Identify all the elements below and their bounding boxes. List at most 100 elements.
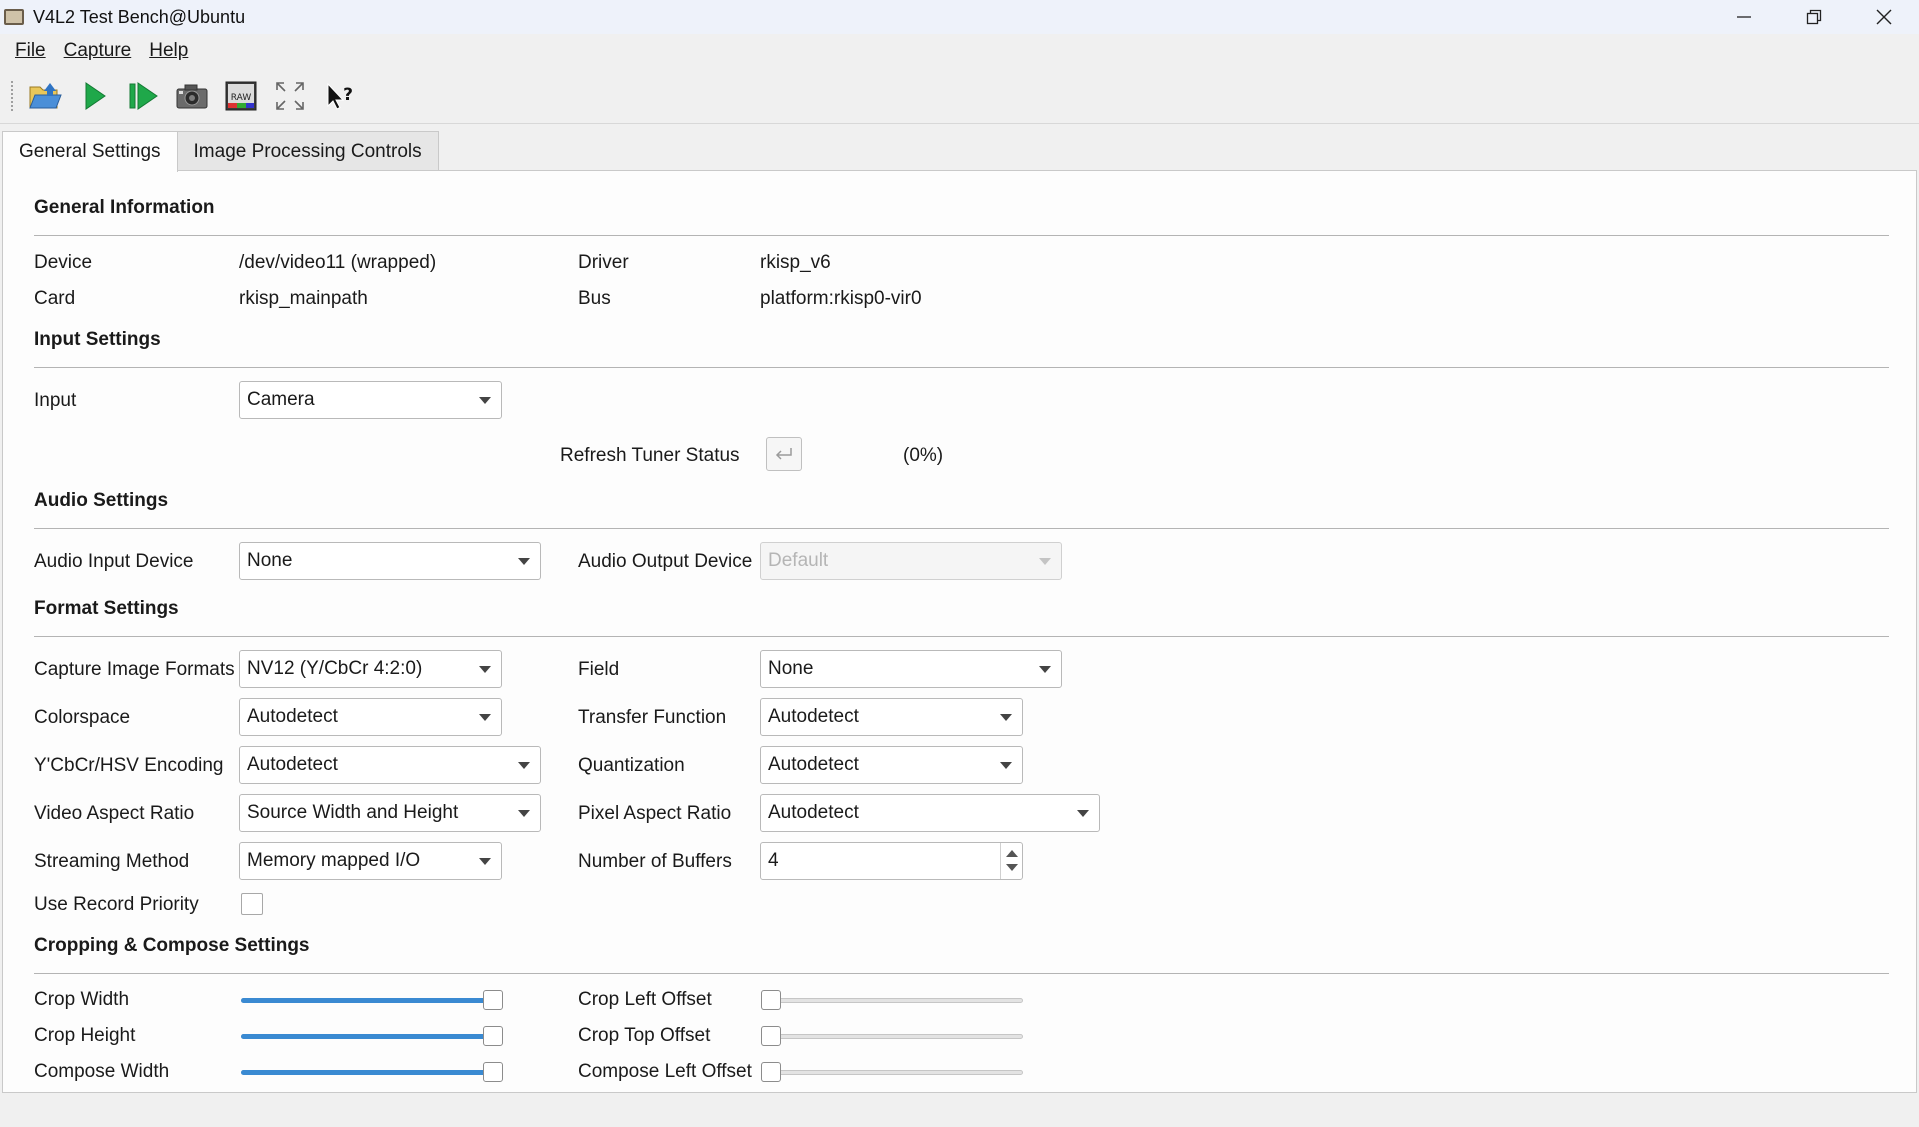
device-label: Device <box>34 252 93 273</box>
crop-top-offset-slider[interactable] <box>761 1026 1023 1046</box>
status-bar <box>0 1093 1919 1127</box>
close-button[interactable] <box>1849 0 1919 34</box>
ycbcr-hsv-encoding-select[interactable]: Autodetect <box>239 746 541 784</box>
chevron-down-icon <box>479 858 491 865</box>
restore-button[interactable] <box>1779 0 1849 34</box>
tuner-status-percent: (0%) <box>903 445 944 466</box>
crop-left-offset-slider[interactable] <box>761 990 1023 1010</box>
menu-help[interactable]: Help <box>140 40 197 62</box>
divider <box>34 367 1889 368</box>
slider-track <box>761 998 1023 1003</box>
number-of-buffers-spinbox[interactable]: 4 <box>760 842 1023 880</box>
capture-image-formats-select[interactable]: NV12 (Y/CbCr 4:2:0) <box>239 650 502 688</box>
field-select[interactable]: None <box>760 650 1062 688</box>
ycbcr-hsv-encoding-label: Y'CbCr/HSV Encoding <box>34 755 224 776</box>
audio-input-device-select[interactable]: None <box>239 542 541 580</box>
chevron-down-icon <box>479 666 491 673</box>
driver-label: Driver <box>578 252 629 273</box>
audio-settings-title: Audio Settings <box>34 490 169 511</box>
use-record-priority-checkbox[interactable] <box>241 893 263 915</box>
general-settings-panel: General Information Device /dev/video11 … <box>2 170 1917 1093</box>
tab-image-processing-controls[interactable]: Image Processing Controls <box>176 131 439 171</box>
enter-return-icon <box>775 448 792 460</box>
audio-output-device-select[interactable]: Default <box>760 542 1062 580</box>
crop-width-slider[interactable] <box>241 990 503 1010</box>
video-aspect-ratio-label: Video Aspect Ratio <box>34 803 195 824</box>
slider-fill <box>241 1070 493 1075</box>
menu-help-label: Help <box>149 40 189 61</box>
driver-value: rkisp_v6 <box>760 252 831 273</box>
input-settings-title: Input Settings <box>34 329 161 350</box>
bus-label: Bus <box>578 288 611 309</box>
device-value: /dev/video11 (wrapped) <box>239 252 437 273</box>
snapshot-button[interactable] <box>171 75 213 117</box>
slider-handle[interactable] <box>761 990 781 1010</box>
window-title: V4L2 Test Bench@Ubuntu <box>33 6 246 27</box>
transfer-function-label: Transfer Function <box>578 707 727 728</box>
raw-button[interactable]: RAW <box>220 75 262 117</box>
quantization-label: Quantization <box>578 755 685 776</box>
divider <box>34 636 1889 637</box>
audio-output-device-label: Audio Output Device <box>578 551 753 572</box>
open-device-button[interactable] <box>24 75 66 117</box>
raw-icon: RAW <box>225 81 257 110</box>
video-aspect-ratio-value: Source Width and Height <box>247 802 459 823</box>
slider-fill <box>241 998 493 1003</box>
menu-file-label: File <box>15 40 46 61</box>
step-capture-button[interactable] <box>122 75 164 117</box>
pixel-aspect-ratio-select[interactable]: Autodetect <box>760 794 1100 832</box>
audio-input-device-value: None <box>247 550 293 571</box>
field-label: Field <box>578 659 620 680</box>
colorspace-select[interactable]: Autodetect <box>239 698 502 736</box>
compose-left-offset-slider[interactable] <box>761 1062 1023 1082</box>
compose-width-slider[interactable] <box>241 1062 503 1082</box>
quantization-select[interactable]: Autodetect <box>760 746 1023 784</box>
slider-handle[interactable] <box>483 1062 503 1082</box>
streaming-method-select[interactable]: Memory mapped I/O <box>239 842 502 880</box>
crop-left-offset-label: Crop Left Offset <box>578 989 712 1010</box>
menu-capture-label: Capture <box>63 40 132 61</box>
toolbar-grip[interactable] <box>10 79 14 112</box>
menu-capture[interactable]: Capture <box>55 40 141 62</box>
restore-icon <box>1806 9 1822 25</box>
transfer-function-select[interactable]: Autodetect <box>760 698 1023 736</box>
tab-image-processing-label: Image Processing Controls <box>193 140 422 162</box>
video-aspect-ratio-select[interactable]: Source Width and Height <box>239 794 541 832</box>
input-label: Input <box>34 390 77 411</box>
card-value: rkisp_mainpath <box>239 288 368 309</box>
field-value: None <box>768 658 814 679</box>
slider-handle[interactable] <box>761 1026 781 1046</box>
chevron-down-icon <box>1039 666 1051 673</box>
svg-text:?: ? <box>343 85 353 105</box>
slider-track <box>761 1070 1023 1075</box>
start-capture-button[interactable] <box>73 75 115 117</box>
menu-file[interactable]: File <box>6 40 55 62</box>
crop-height-slider[interactable] <box>241 1026 503 1046</box>
slider-track <box>761 1034 1023 1039</box>
slider-handle[interactable] <box>761 1062 781 1082</box>
audio-output-device-value: Default <box>768 550 829 571</box>
whats-this-button[interactable]: ? <box>318 75 360 117</box>
spin-up-icon[interactable] <box>1006 850 1018 857</box>
format-settings-title: Format Settings <box>34 598 179 619</box>
minimize-button[interactable] <box>1709 0 1779 34</box>
slider-handle[interactable] <box>483 990 503 1010</box>
ycbcr-hsv-encoding-value: Autodetect <box>247 754 338 775</box>
tab-general-settings[interactable]: General Settings <box>2 131 178 172</box>
fullscreen-button[interactable] <box>269 75 311 117</box>
crop-width-label: Crop Width <box>34 989 130 1010</box>
title-bar: V4L2 Test Bench@Ubuntu <box>0 0 1919 34</box>
number-of-buffers-label: Number of Buffers <box>578 851 732 872</box>
close-icon <box>1876 9 1892 25</box>
refresh-tuner-status-button[interactable] <box>766 437 802 471</box>
card-label: Card <box>34 288 76 309</box>
spin-down-icon[interactable] <box>1006 864 1018 871</box>
input-select[interactable]: Camera <box>239 381 502 419</box>
slider-handle[interactable] <box>483 1026 503 1046</box>
pixel-aspect-ratio-label: Pixel Aspect Ratio <box>578 803 732 824</box>
chevron-down-icon <box>1077 810 1089 817</box>
divider <box>34 235 1889 236</box>
divider <box>34 528 1889 529</box>
tab-bar: General Settings Image Processing Contro… <box>0 131 439 172</box>
capture-image-formats-label: Capture Image Formats <box>34 659 235 680</box>
